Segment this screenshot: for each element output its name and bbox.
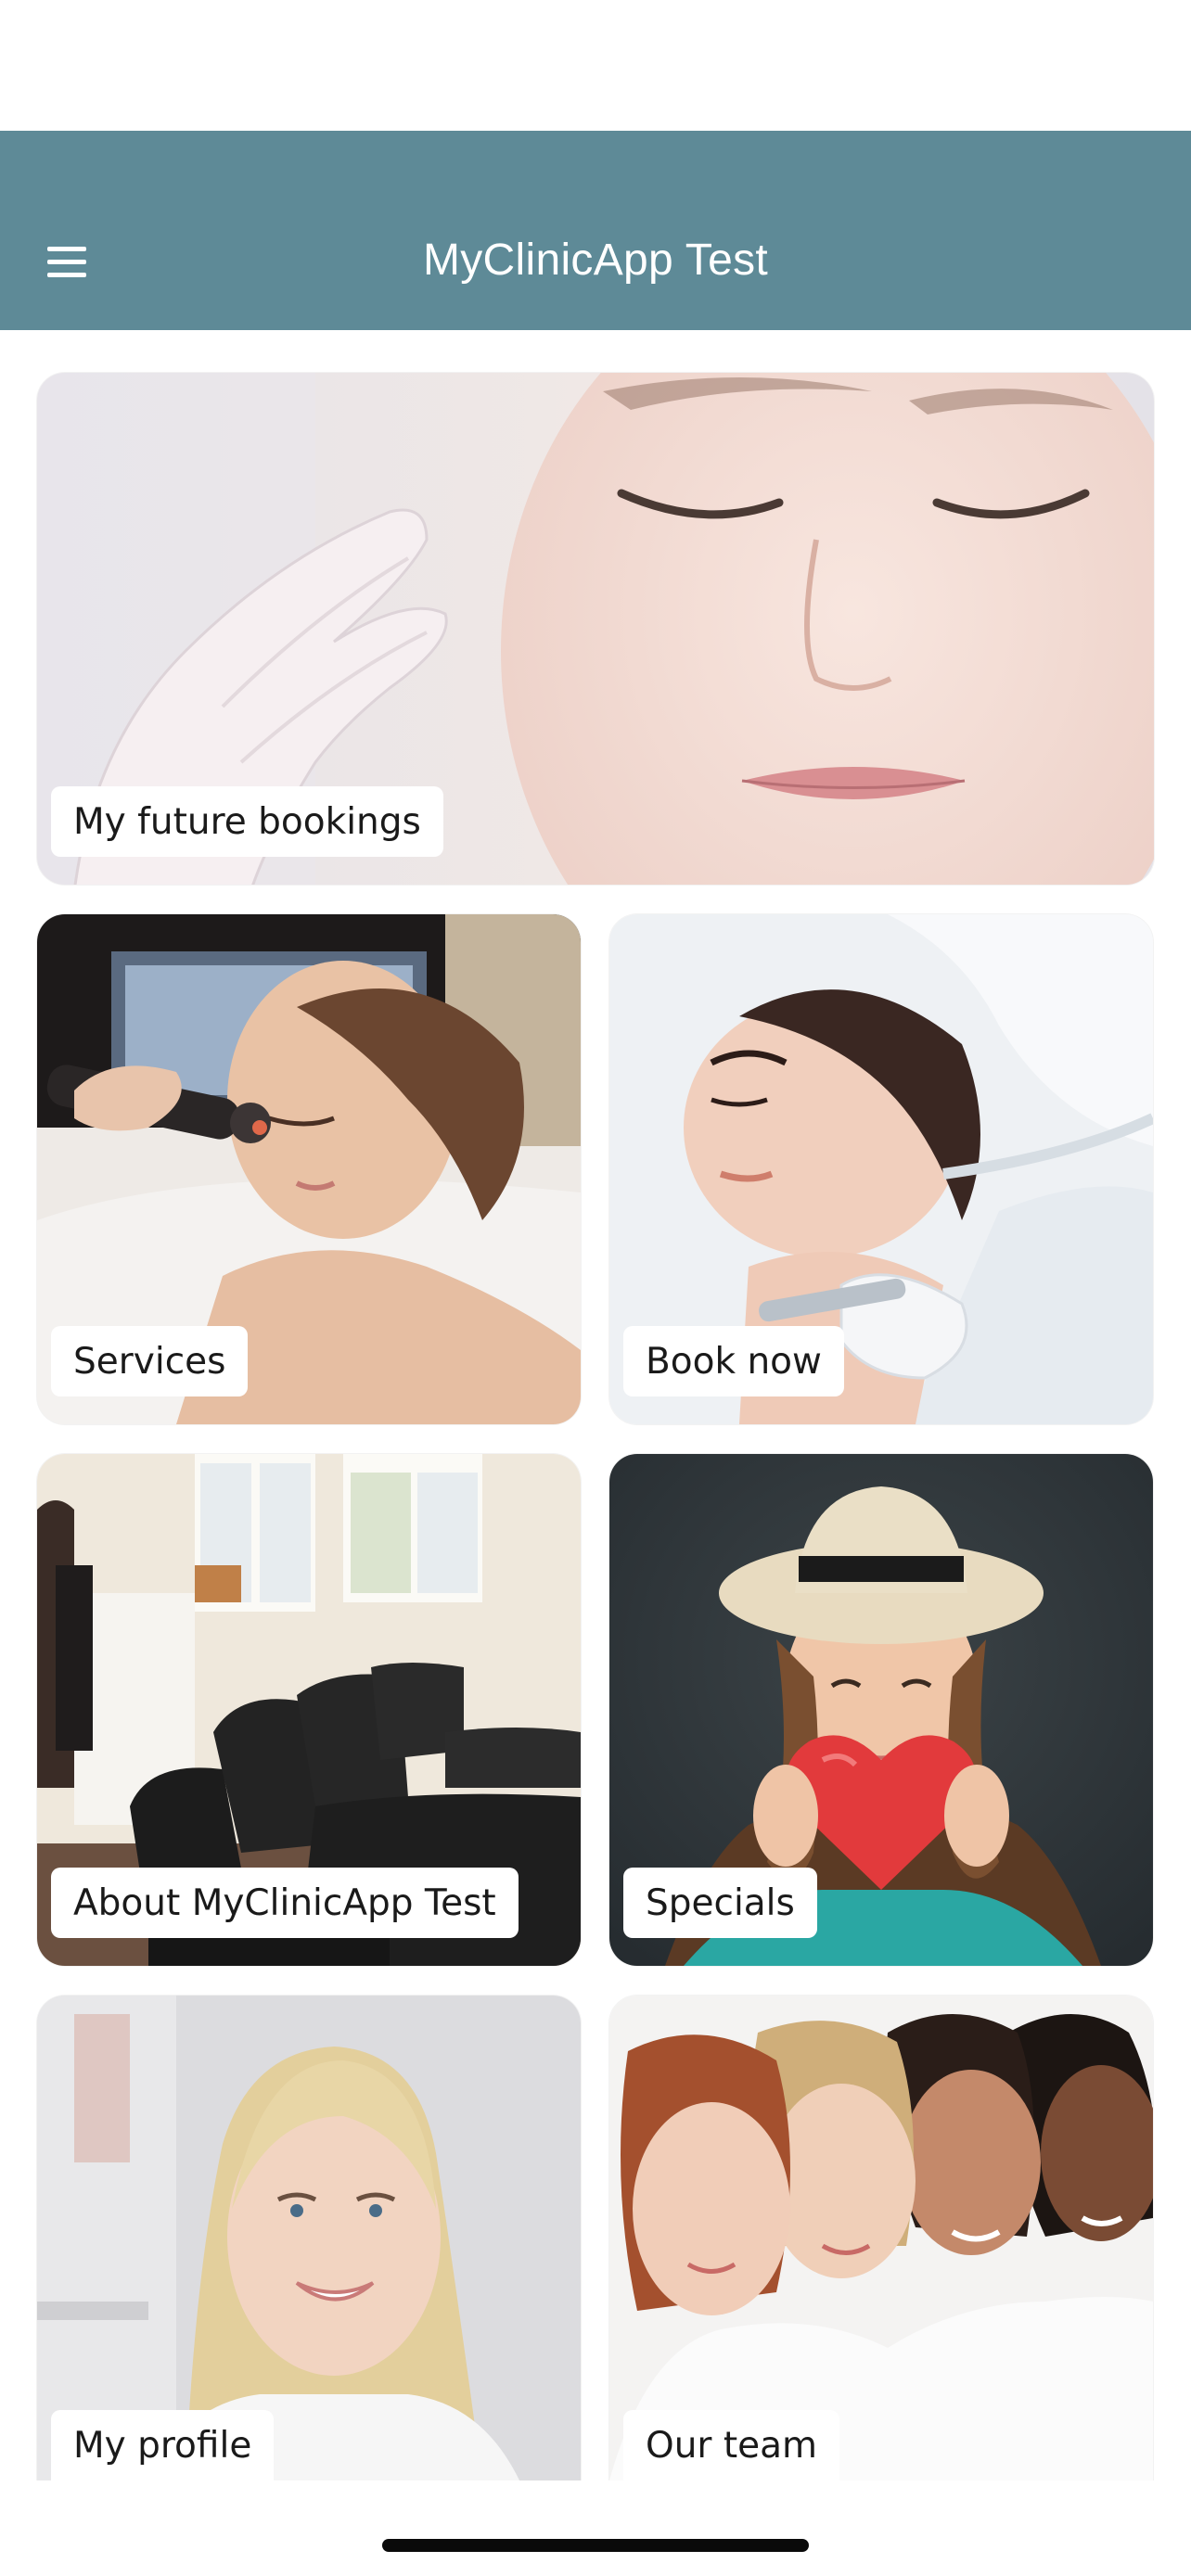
tile-image <box>609 1996 1153 2480</box>
tile-book-now[interactable]: Book now <box>609 914 1153 1424</box>
tile-label: My profile <box>51 2410 275 2480</box>
app-header: MyClinicApp Test <box>0 131 1191 330</box>
home-indicator[interactable] <box>382 2539 809 2552</box>
tile-label: My future bookings <box>51 786 443 857</box>
tile-label: Services <box>51 1326 249 1396</box>
tile-label: Our team <box>623 2410 840 2480</box>
tile-my-future-bookings[interactable]: My future bookings <box>37 373 1154 885</box>
status-bar <box>0 0 1191 131</box>
tile-label: Specials <box>623 1868 817 1938</box>
page-title: MyClinicApp Test <box>422 236 769 285</box>
tile-our-team[interactable]: Our team <box>609 1996 1153 2480</box>
tile-about[interactable]: About MyClinicApp Test <box>37 1454 581 1966</box>
tile-services[interactable]: Services <box>37 914 581 1424</box>
tile-specials[interactable]: Specials <box>609 1454 1153 1966</box>
bottom-safe-area <box>0 2480 1191 2576</box>
tile-label: About MyClinicApp Test <box>51 1868 519 1938</box>
tile-my-profile[interactable]: My profile <box>37 1996 581 2480</box>
tile-image <box>37 1996 581 2480</box>
tile-label: Book now <box>623 1326 844 1396</box>
